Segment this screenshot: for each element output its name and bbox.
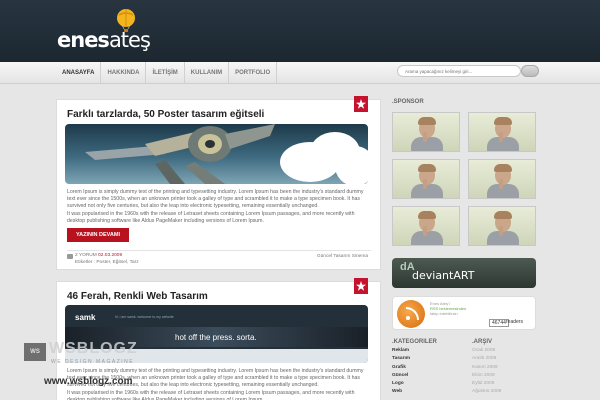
hand-shape [499,179,503,189]
rss-icon [397,300,425,328]
post-card: Farklı tarzlarda, 50 Poster tasarım eğit… [56,96,381,270]
sponsor-ad[interactable] [392,112,460,152]
category-link[interactable]: Reklam [392,347,410,355]
shirt-shape [411,137,443,151]
feed-info: Enes Ateş'i RSS beslemesinden takip edeb… [430,301,466,316]
hand-shape [423,179,427,189]
hand-shape [499,132,503,142]
nav-item-portfolio[interactable]: PORTFOLIO [229,62,278,84]
archive-link[interactable]: Kasım 2009 [472,364,501,372]
deviantart-label: deviantART [412,269,475,282]
shirt-shape [487,137,519,151]
post-banner-image[interactable] [65,124,368,184]
post-title[interactable]: 46 Ferah, Renkli Web Tasarım [67,291,208,302]
hand-shape [499,226,503,236]
featured-star-badge [354,278,368,294]
main-nav: ANASAYFA HAKKINDA İLETİŞİM KULLANIM PORT… [56,62,278,84]
search-input[interactable] [397,65,521,77]
watermark: WS WSBLOGZ WE DESIGN MAGAZINE www.wsblog… [24,340,224,400]
sponsor-ad[interactable] [392,159,460,199]
post-date: 02.03.2009 [98,253,123,258]
shirt-shape [411,184,443,198]
rss-dot [406,316,410,320]
logo-bold: enes [57,28,110,52]
rss-feed-box[interactable]: Enes Ateş'i RSS beslemesinden takip edeb… [392,296,536,330]
archive-link[interactable]: Ekim 2009 [472,372,501,380]
archive-heading: .ARŞIV [472,339,493,345]
cloud-shape [335,146,368,184]
hair-shape [418,164,436,172]
shirt-shape [487,184,519,198]
category-link[interactable]: Grafik [392,364,410,372]
category-link[interactable]: Tasarım [392,355,410,363]
hair-shape [494,117,512,125]
featured-star-badge [354,96,368,112]
archive-list: Ocak 2009 Aralık 2009 Kasım 2009 Ekim 20… [472,347,501,397]
star-icon [356,281,366,291]
deviantart-badge[interactable]: dA deviantART [392,258,536,288]
comment-count[interactable]: 2 YORUM [75,253,97,258]
hair-shape [494,164,512,172]
nav-item-kullanim[interactable]: KULLANIM [185,62,230,84]
balloon-icon [117,9,135,32]
archive-link[interactable]: Ocak 2009 [472,347,501,355]
sponsor-ad[interactable] [468,112,536,152]
star-icon [356,99,366,109]
sponsor-grid [392,112,536,246]
categories-heading: .KATEGORILER [392,339,437,345]
sponsor-heading: .SPONSOR [392,99,424,105]
hand-shape [423,226,427,236]
hair-shape [418,117,436,125]
comment-icon [67,254,73,259]
category-list: Reklam Tasarım Grafik Güncel Logo Web [392,347,410,397]
read-more-button[interactable]: YAZININ DEVAMI [67,228,129,242]
feed-readers-label: readers [506,319,523,325]
archive-link[interactable]: Eylül 2009 [472,380,501,388]
sponsor-ad[interactable] [392,206,460,246]
banner-brand: samk [75,313,96,322]
site-header: enesateş [0,0,600,62]
hair-shape [418,211,436,219]
shirt-shape [487,231,519,245]
divider [67,250,371,251]
sponsor-ad[interactable] [468,206,536,246]
post-meta: 2 YORUM 02.03.2009 Etiketler : Poster, E… [75,253,139,266]
archive-link[interactable]: Aralık 2009 [472,355,501,363]
category-link[interactable]: Web [392,388,410,396]
sponsor-ad[interactable] [468,159,536,199]
post-excerpt-1: Lorem Ipsum is simply dummy text of the … [67,189,364,209]
post-excerpt-2: It was popularised in the 1960s with the… [67,211,355,224]
shirt-shape [411,231,443,245]
search-button[interactable] [521,65,539,77]
nav-item-anasayfa[interactable]: ANASAYFA [56,62,102,84]
banner-nav-text: hi, i am samk. welcome to my website [115,315,174,319]
robot-illustration [85,124,275,184]
hand-shape [423,132,427,142]
category-link[interactable]: Güncel [392,372,410,380]
nav-item-iletisim[interactable]: İLETİŞİM [146,62,185,84]
hair-shape [494,211,512,219]
watermark-logo: WSBLOGZ [49,340,138,357]
category-link[interactable]: Logo [392,380,410,388]
feed-line-3: takip edebilirsin [430,311,458,316]
nav-item-hakkinda[interactable]: HAKKINDA [101,62,147,84]
post-categories[interactable]: Güncel Tasarım Sinema [317,254,368,259]
post-title[interactable]: Farklı tarzlarda, 50 Poster tasarım eğit… [67,109,264,120]
watermark-box: WS [24,343,46,361]
watermark-url: www.wsblogz.com [44,376,133,387]
post-tags: Etiketler : Poster, Eğitsel, Tarz [75,259,139,265]
watermark-tagline: WE DESIGN MAGAZINE [51,359,135,365]
archive-link[interactable]: Ağustos 2009 [472,388,501,396]
